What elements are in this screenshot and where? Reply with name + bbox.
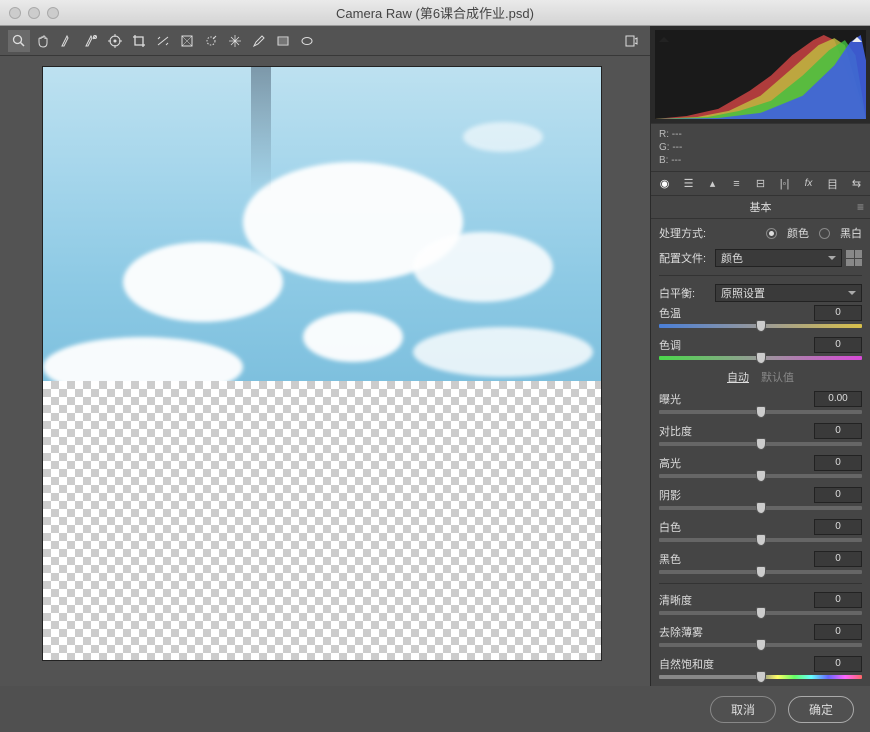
hand-tool-icon[interactable] [32, 30, 54, 52]
clarity-slider[interactable] [659, 611, 862, 615]
clarity-value[interactable]: 0 [814, 592, 862, 608]
rgb-readout: R: --- G: --- B: --- [651, 124, 870, 172]
ok-button[interactable]: 确定 [788, 696, 854, 723]
exposure-slider[interactable] [659, 410, 862, 414]
temp-label: 色温 [659, 305, 814, 321]
image-sky-region [43, 67, 601, 381]
tab-curve-icon[interactable]: ☰ [681, 176, 696, 191]
white-balance-tool-icon[interactable] [56, 30, 78, 52]
treatment-color-radio[interactable] [766, 228, 777, 239]
window-title: Camera Raw (第6课合成作业.psd) [0, 3, 870, 22]
treatment-bw-radio[interactable] [819, 228, 830, 239]
blacks-slider[interactable] [659, 570, 862, 574]
treatment-bw-label: 黑白 [840, 225, 862, 241]
dialog-footer: 取消 确定 [0, 686, 870, 732]
window-titlebar: Camera Raw (第6课合成作业.psd) [0, 0, 870, 26]
highlights-label: 高光 [659, 455, 814, 471]
dehaze-label: 去除薄雾 [659, 624, 814, 640]
contrast-label: 对比度 [659, 423, 814, 439]
rgb-g: G: --- [659, 141, 862, 154]
tint-label: 色调 [659, 337, 814, 353]
tab-hsl-icon[interactable]: ≡ [729, 176, 744, 191]
temp-slider[interactable] [659, 324, 862, 328]
tint-value[interactable]: 0 [814, 337, 862, 353]
default-link: 默认值 [761, 372, 794, 384]
tab-basic-icon[interactable]: ◉ [657, 176, 672, 191]
exposure-value[interactable]: 0.00 [814, 391, 862, 407]
dehaze-slider[interactable] [659, 643, 862, 647]
highlights-slider[interactable] [659, 474, 862, 478]
treatment-label: 处理方式: [659, 225, 715, 241]
whites-label: 白色 [659, 519, 814, 535]
color-sampler-tool-icon[interactable] [80, 30, 102, 52]
panel-tabs: ◉ ☰ ▴ ≡ ⊟ |◦| fx 目 ⇆ [651, 172, 870, 196]
contrast-slider[interactable] [659, 442, 862, 446]
shadows-value[interactable]: 0 [814, 487, 862, 503]
cancel-button[interactable]: 取消 [710, 696, 776, 723]
straighten-tool-icon[interactable] [152, 30, 174, 52]
auto-link[interactable]: 自动 [727, 372, 749, 384]
whites-slider[interactable] [659, 538, 862, 542]
profile-label: 配置文件: [659, 250, 715, 266]
targeted-adjustment-icon[interactable] [104, 30, 126, 52]
panel-title: 基本 ≡ [651, 196, 870, 219]
auto-default-row: 自动默认值 [659, 369, 862, 385]
radial-filter-tool-icon[interactable] [296, 30, 318, 52]
tab-presets-icon[interactable]: ⇆ [849, 176, 864, 191]
contrast-value[interactable]: 0 [814, 423, 862, 439]
tab-detail-icon[interactable]: ▴ [705, 176, 720, 191]
image-canvas[interactable] [42, 66, 602, 661]
profile-browser-icon[interactable] [846, 250, 862, 266]
spot-removal-tool-icon[interactable] [200, 30, 222, 52]
wb-select[interactable]: 原照设置 [715, 284, 862, 302]
settings-panel: R: --- G: --- B: --- ◉ ☰ ▴ ≡ ⊟ |◦| fx 目 … [650, 26, 870, 732]
shadows-slider[interactable] [659, 506, 862, 510]
wb-label: 白平衡: [659, 285, 715, 301]
toolbar [0, 26, 650, 56]
vibrance-value[interactable]: 0 [814, 656, 862, 672]
blacks-value[interactable]: 0 [814, 551, 862, 567]
whites-value[interactable]: 0 [814, 519, 862, 535]
histogram[interactable] [651, 26, 870, 124]
tab-fx-icon[interactable]: fx [801, 176, 816, 191]
shadows-label: 阴影 [659, 487, 814, 503]
tab-cal-icon[interactable]: 目 [825, 176, 840, 191]
image-transparent-region [43, 381, 601, 660]
rgb-r: R: --- [659, 128, 862, 141]
tab-split-icon[interactable]: ⊟ [753, 176, 768, 191]
vibrance-label: 自然饱和度 [659, 656, 814, 672]
dehaze-value[interactable]: 0 [814, 624, 862, 640]
zoom-tool-icon[interactable] [8, 30, 30, 52]
rgb-b: B: --- [659, 154, 862, 167]
highlights-value[interactable]: 0 [814, 455, 862, 471]
temp-value[interactable]: 0 [814, 305, 862, 321]
transform-tool-icon[interactable] [176, 30, 198, 52]
treatment-color-label: 颜色 [787, 225, 809, 241]
tint-slider[interactable] [659, 356, 862, 360]
exposure-label: 曝光 [659, 391, 814, 407]
red-eye-tool-icon[interactable] [224, 30, 246, 52]
adjustment-brush-tool-icon[interactable] [248, 30, 270, 52]
clarity-label: 清晰度 [659, 592, 814, 608]
vibrance-slider[interactable] [659, 675, 862, 679]
canvas-area [0, 56, 650, 710]
panel-menu-icon[interactable]: ≡ [857, 200, 864, 214]
blacks-label: 黑色 [659, 551, 814, 567]
profile-select[interactable]: 颜色 [715, 249, 842, 267]
preferences-icon[interactable] [620, 30, 642, 52]
tab-lens-icon[interactable]: |◦| [777, 176, 792, 191]
graduated-filter-tool-icon[interactable] [272, 30, 294, 52]
crop-tool-icon[interactable] [128, 30, 150, 52]
